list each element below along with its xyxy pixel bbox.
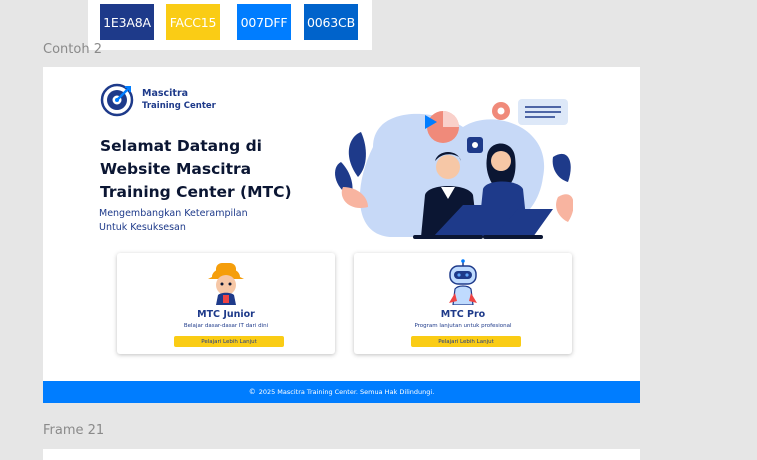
design-frame-contoh-2[interactable]: Mascitra Training Center Selamat Datang … (43, 67, 640, 403)
swatch-label: 0063CB (307, 14, 355, 30)
learn-more-button-junior[interactable]: Pelajari Lebih Lanjut (174, 336, 284, 347)
card-title: MTC Pro (440, 309, 486, 320)
design-frame-21[interactable] (43, 449, 640, 460)
swatch-dark-blue[interactable]: 0063CB (304, 4, 358, 40)
color-palette: 1E3A8A FACC15 007DFF 0063CB (88, 0, 372, 50)
program-card-pro[interactable]: MTC Pro Program lanjutan untuk profesion… (354, 253, 572, 354)
card-description: Belajar dasar-dasar IT dari dini (183, 323, 269, 329)
swatch-navy[interactable]: 1E3A8A (100, 4, 154, 40)
footer-text: 2025 Mascitra Training Center. Semua Hak… (258, 388, 435, 396)
logo-tagline: Training Center (142, 101, 216, 111)
card-title: MTC Junior (197, 309, 255, 320)
swatch-label: 1E3A8A (103, 14, 151, 30)
logo-name: Mascitra (142, 88, 189, 99)
swatch-label: 007DFF (240, 14, 288, 30)
mascitra-logo-icon (100, 83, 134, 117)
hero-illustration (335, 99, 573, 239)
frame-label-frame-21[interactable]: Frame 21 (43, 423, 104, 438)
card-description: Program lanjutan untuk profesional (414, 323, 512, 329)
program-card-junior[interactable]: MTC Junior Belajar dasar-dasar IT dari d… (117, 253, 335, 354)
swatch-yellow[interactable]: FACC15 (166, 4, 220, 40)
site-footer: © 2025 Mascitra Training Center. Semua H… (43, 381, 640, 403)
site-logo[interactable]: Mascitra Training Center (100, 83, 216, 117)
hero-subtitle: Mengembangkan Keterampilan Untuk Kesukse… (99, 208, 248, 233)
swatch-blue[interactable]: 007DFF (237, 4, 291, 40)
learn-more-button-pro[interactable]: Pelajari Lebih Lanjut (411, 336, 521, 347)
frame-label-contoh-2[interactable]: Contoh 2 (43, 42, 102, 57)
swatch-label: FACC15 (169, 14, 217, 30)
copyright-icon: © (248, 388, 256, 396)
junior-mascot-icon (208, 263, 244, 305)
pro-robot-mascot-icon (449, 259, 477, 305)
